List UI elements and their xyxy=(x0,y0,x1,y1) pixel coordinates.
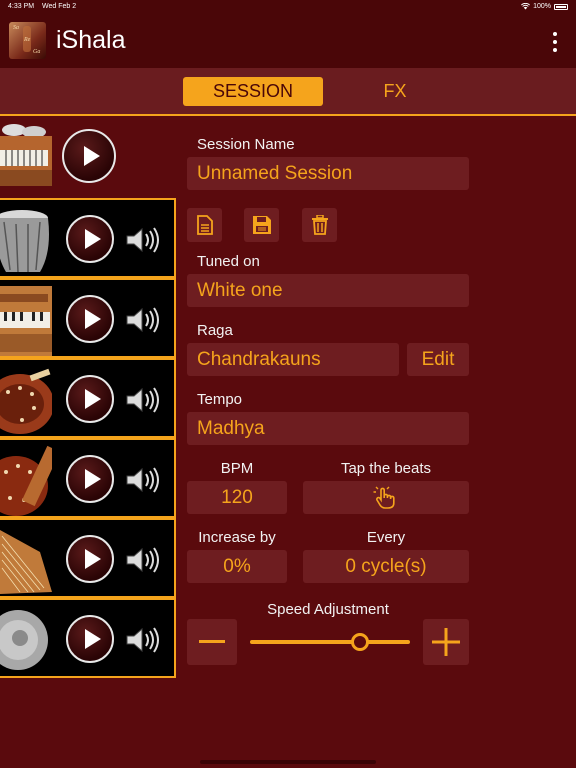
status-bar: 4:33 PM Wed Feb 2 100% xyxy=(0,0,576,14)
instrument-row-harmonium xyxy=(0,278,176,358)
plus-icon xyxy=(432,628,460,656)
raga-field[interactable]: Chandrakauns xyxy=(187,343,399,376)
every-label: Every xyxy=(366,529,406,546)
session-name-field[interactable]: Unnamed Session xyxy=(187,157,469,190)
minus-icon xyxy=(199,640,225,643)
document-icon xyxy=(196,215,213,235)
tap-hand-icon xyxy=(373,486,395,509)
save-button[interactable] xyxy=(244,208,279,242)
volume-icon[interactable] xyxy=(125,226,163,254)
sitar-image xyxy=(0,445,52,516)
increase-by-field[interactable]: 0% xyxy=(187,550,287,583)
instrument-row-manjira xyxy=(0,598,176,678)
tab-bar: SESSION FX xyxy=(0,68,576,116)
tab-fx[interactable]: FX xyxy=(355,77,435,106)
play-button[interactable] xyxy=(66,375,114,423)
speed-adjustment-label: Speed Adjustment xyxy=(267,601,389,618)
session-name-label: Session Name xyxy=(197,136,295,153)
instrument-row-tanpura xyxy=(0,358,176,438)
tuned-on-field[interactable]: White one xyxy=(187,274,469,307)
logo-text-sa: Sa xyxy=(13,25,19,31)
save-icon xyxy=(252,216,271,234)
tabla-image xyxy=(0,210,49,273)
battery-icon xyxy=(554,3,568,10)
play-button[interactable] xyxy=(66,535,114,583)
speed-slider-track[interactable] xyxy=(250,640,410,644)
tab-session[interactable]: SESSION xyxy=(183,77,323,106)
home-indicator xyxy=(200,760,376,764)
edit-raga-button[interactable]: Edit xyxy=(407,343,469,376)
status-time: 4:33 PM xyxy=(8,3,35,10)
status-right: 100% xyxy=(521,3,568,10)
manjira-image xyxy=(0,610,48,670)
tuned-on-label: Tuned on xyxy=(197,253,260,270)
status-date: Wed Feb 2 xyxy=(42,3,77,10)
play-button[interactable] xyxy=(66,215,114,263)
tap-beats-button[interactable] xyxy=(303,481,469,514)
volume-icon[interactable] xyxy=(125,546,163,574)
increase-by-label: Increase by xyxy=(198,529,276,546)
instrument-row-harmonium-tabla xyxy=(0,118,176,198)
more-menu-icon[interactable] xyxy=(552,32,558,52)
tap-beats-label: Tap the beats xyxy=(340,460,432,477)
bpm-field[interactable]: 120 xyxy=(187,481,287,514)
play-button[interactable] xyxy=(66,295,114,343)
play-button[interactable] xyxy=(66,615,114,663)
every-field[interactable]: 0 cycle(s) xyxy=(303,550,469,583)
play-button[interactable] xyxy=(62,129,116,183)
delete-button[interactable] xyxy=(302,208,337,242)
speed-increase-button[interactable] xyxy=(423,619,469,665)
tempo-field[interactable]: Madhya xyxy=(187,412,469,445)
volume-icon[interactable] xyxy=(125,386,163,414)
battery-percent: 100% xyxy=(533,3,551,10)
logo-text-ga: Ga xyxy=(33,49,41,55)
tanpura-image xyxy=(0,368,52,434)
app-logo: Sa Re Ga xyxy=(9,22,46,59)
swarmandal-image xyxy=(0,530,52,594)
trash-icon xyxy=(311,215,328,235)
instrument-row-tabla xyxy=(0,198,176,278)
instrument-row-swarmandal xyxy=(0,518,176,598)
speed-slider-thumb[interactable] xyxy=(351,633,370,651)
wifi-icon xyxy=(521,3,531,10)
play-button[interactable] xyxy=(66,455,114,503)
instrument-row-sitar xyxy=(0,438,176,518)
app-title: iShala xyxy=(56,26,126,54)
volume-icon[interactable] xyxy=(125,466,163,494)
raga-label: Raga xyxy=(197,322,233,339)
logo-text-re: Re xyxy=(24,37,31,43)
bpm-label: BPM xyxy=(220,460,254,477)
speed-decrease-button[interactable] xyxy=(187,619,237,665)
volume-icon[interactable] xyxy=(125,306,163,334)
volume-icon[interactable] xyxy=(125,626,163,654)
app-bar: Sa Re Ga iShala xyxy=(0,14,576,68)
tempo-label: Tempo xyxy=(197,391,243,408)
harmonium-image xyxy=(0,286,52,356)
harmonium-tabla-image xyxy=(0,124,52,186)
new-file-button[interactable] xyxy=(187,208,222,242)
